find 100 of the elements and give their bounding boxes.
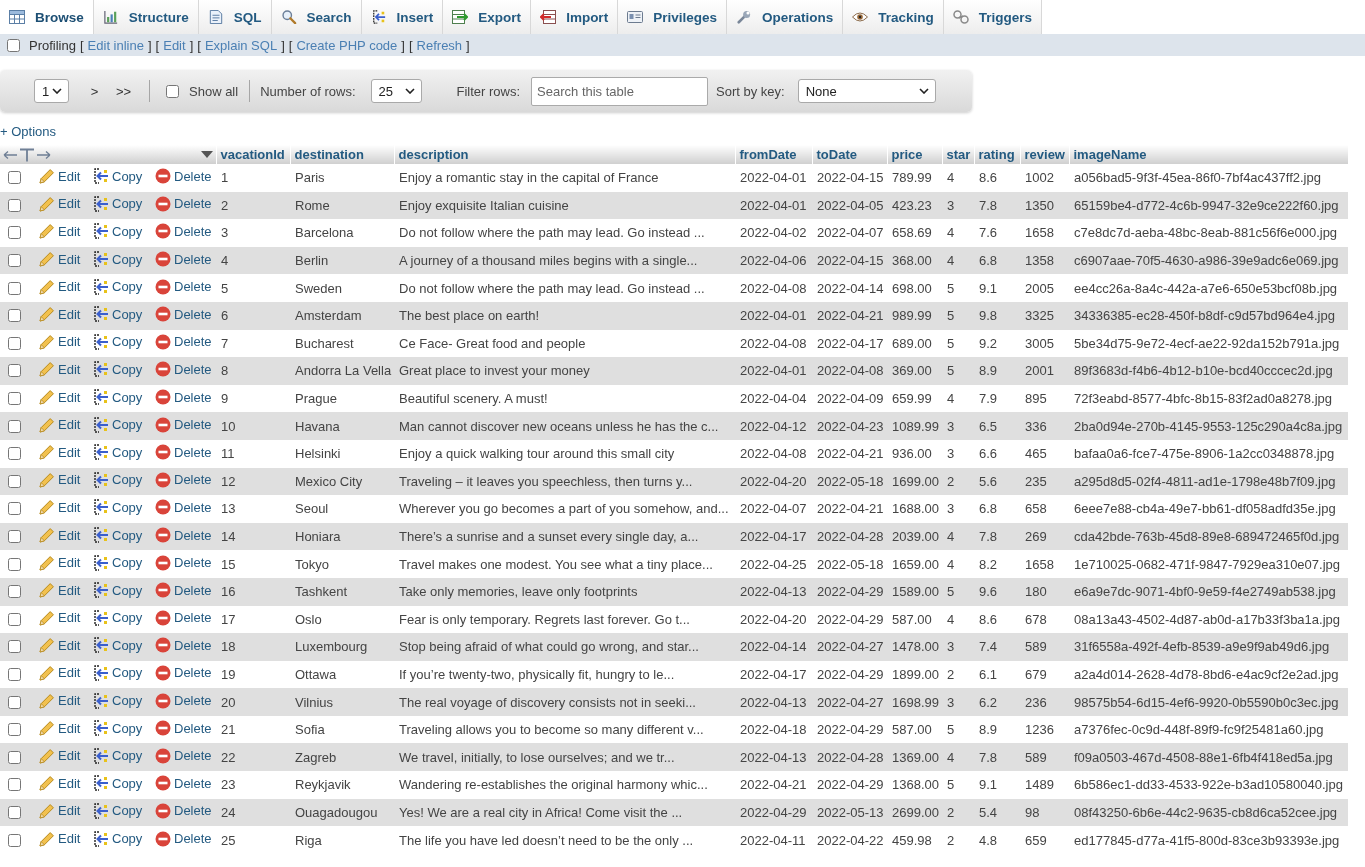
row-checkbox[interactable]: [8, 557, 21, 571]
delete-link[interactable]: Delete: [155, 333, 212, 350]
delete-link[interactable]: Delete: [155, 775, 212, 792]
column-header[interactable]: destination: [290, 145, 394, 164]
delete-link[interactable]: Delete: [155, 665, 212, 681]
column-header[interactable]: price: [887, 145, 942, 164]
delete-link[interactable]: Delete: [155, 444, 212, 461]
rows-select[interactable]: 25: [370, 79, 422, 103]
row-checkbox[interactable]: [8, 640, 21, 654]
delete-link[interactable]: Delete: [155, 389, 212, 406]
tab[interactable]: Export: [443, 0, 532, 34]
row-checkbox[interactable]: [8, 171, 21, 185]
tab[interactable]: Tracking: [843, 0, 944, 34]
delete-link[interactable]: Delete: [155, 471, 212, 488]
row-checkbox[interactable]: [8, 419, 21, 433]
delete-link[interactable]: Delete: [155, 527, 212, 543]
triangle-down-icon[interactable]: [200, 151, 213, 158]
copy-link[interactable]: Copy: [93, 802, 143, 819]
edit-link[interactable]: Edit: [39, 692, 81, 709]
column-header[interactable]: imageName: [1069, 145, 1348, 164]
edit-link[interactable]: Edit: [39, 720, 81, 737]
delete-link[interactable]: Delete: [155, 195, 212, 212]
row-checkbox[interactable]: [8, 750, 21, 764]
copy-link[interactable]: Copy: [93, 582, 143, 599]
edit-link[interactable]: Edit: [39, 471, 81, 488]
delete-link[interactable]: Delete: [155, 278, 212, 295]
tab[interactable]: Search: [271, 0, 362, 34]
delete-link[interactable]: Delete: [155, 830, 212, 847]
edit-link[interactable]: Edit: [39, 389, 81, 406]
edit-link[interactable]: Edit: [39, 168, 81, 185]
row-checkbox[interactable]: [8, 198, 21, 212]
tab[interactable]: Triggers: [943, 0, 1042, 34]
show-all-checkbox[interactable]: [166, 84, 179, 98]
options-link[interactable]: + Options: [0, 124, 56, 139]
delete-link[interactable]: Delete: [155, 251, 212, 268]
edit-link[interactable]: Edit: [39, 527, 81, 543]
row-checkbox[interactable]: [8, 530, 21, 543]
delete-link[interactable]: Delete: [155, 223, 212, 240]
tab[interactable]: SQL: [198, 0, 272, 34]
edit-link[interactable]: Edit: [39, 416, 81, 433]
row-checkbox[interactable]: [8, 254, 21, 268]
copy-link[interactable]: Copy: [93, 637, 143, 654]
row-checkbox[interactable]: [8, 778, 21, 792]
column-header[interactable]: rating: [974, 145, 1020, 164]
delete-link[interactable]: Delete: [155, 582, 212, 599]
copy-link[interactable]: Copy: [93, 416, 143, 433]
column-header[interactable]: toDate: [812, 145, 887, 164]
copy-link[interactable]: Copy: [93, 692, 143, 709]
edit-link[interactable]: Edit: [39, 830, 81, 847]
edit-link[interactable]: Edit: [39, 802, 81, 819]
copy-link[interactable]: Copy: [93, 389, 143, 406]
copy-link[interactable]: Copy: [93, 361, 143, 378]
tab[interactable]: Structure: [93, 0, 199, 34]
edit-link[interactable]: Edit: [39, 554, 81, 571]
tab[interactable]: Operations: [726, 0, 844, 34]
delete-link[interactable]: Delete: [155, 306, 212, 323]
delete-link[interactable]: Delete: [155, 416, 212, 433]
page-select[interactable]: 1: [34, 79, 69, 103]
edit-link[interactable]: Edit: [39, 306, 81, 323]
row-checkbox[interactable]: [8, 723, 21, 737]
row-checkbox[interactable]: [8, 585, 21, 599]
copy-link[interactable]: Copy: [93, 747, 143, 764]
copy-link[interactable]: Copy: [93, 444, 143, 461]
delete-link[interactable]: Delete: [155, 499, 212, 516]
edit-link[interactable]: Edit: [39, 609, 81, 626]
edit-link[interactable]: Edit: [39, 195, 81, 212]
delete-link[interactable]: Delete: [155, 168, 212, 185]
edit-link[interactable]: Edit: [39, 361, 81, 378]
copy-link[interactable]: Copy: [93, 333, 143, 350]
row-checkbox[interactable]: [8, 447, 21, 461]
copy-link[interactable]: Copy: [93, 499, 143, 516]
tab[interactable]: Insert: [361, 0, 444, 34]
next-page-button[interactable]: >: [80, 77, 109, 105]
copy-link[interactable]: Copy: [93, 527, 143, 543]
edit-link[interactable]: Edit: [39, 637, 81, 654]
column-header[interactable]: fromDate: [735, 145, 812, 164]
sql-action-link[interactable]: Edit inline: [87, 37, 144, 53]
edit-link[interactable]: Edit: [39, 444, 81, 461]
row-checkbox[interactable]: [8, 612, 21, 626]
profiling-checkbox[interactable]: [7, 38, 20, 52]
delete-link[interactable]: Delete: [155, 554, 212, 571]
row-checkbox[interactable]: [8, 392, 21, 406]
column-header[interactable]: star: [942, 145, 974, 164]
row-checkbox[interactable]: [8, 805, 21, 819]
column-header[interactable]: description: [394, 145, 735, 164]
edit-link[interactable]: Edit: [39, 747, 81, 764]
tab[interactable]: Import: [531, 0, 619, 34]
delete-link[interactable]: Delete: [155, 637, 212, 654]
copy-link[interactable]: Copy: [93, 195, 143, 212]
edit-link[interactable]: Edit: [39, 223, 81, 240]
copy-link[interactable]: Copy: [93, 609, 143, 626]
delete-link[interactable]: Delete: [155, 720, 212, 737]
copy-link[interactable]: Copy: [93, 306, 143, 323]
row-checkbox[interactable]: [8, 281, 21, 295]
edit-link[interactable]: Edit: [39, 665, 81, 681]
copy-link[interactable]: Copy: [93, 830, 143, 847]
row-checkbox[interactable]: [8, 502, 21, 516]
copy-link[interactable]: Copy: [93, 278, 143, 295]
delete-link[interactable]: Delete: [155, 609, 212, 626]
sort-select[interactable]: None: [797, 79, 936, 103]
